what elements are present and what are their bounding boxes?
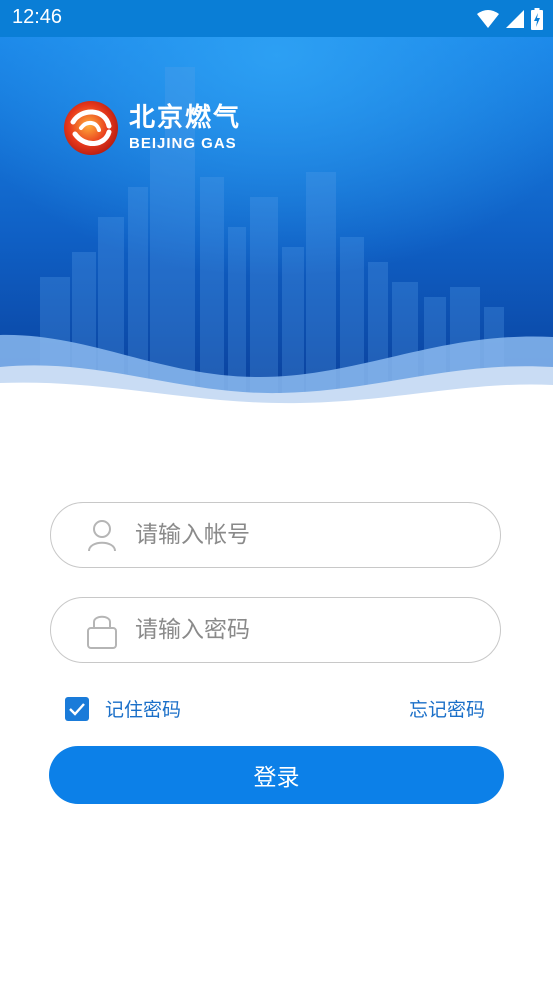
status-time: 12:46 [12,6,63,28]
lock-icon [87,615,117,649]
wifi-icon [477,10,499,28]
user-icon [88,520,116,552]
status-bar: 12:46 [0,0,553,37]
login-button[interactable]: 登录 [49,746,504,804]
remember-checkbox[interactable] [65,696,89,721]
account-input[interactable] [135,513,475,557]
password-input[interactable] [135,608,475,652]
signal-icon [506,10,524,28]
brand-name-cn: 北京燃气 [129,103,242,133]
account-field[interactable] [50,502,501,568]
brand-logo: 北京燃气 BEIJING GAS [63,100,241,156]
brand-name-en: BEIJING GAS [129,135,237,152]
password-field[interactable] [50,597,501,663]
battery-icon [531,8,543,30]
logo-icon [64,101,118,155]
remember-label: 记住密码 [105,699,182,721]
status-icons [477,8,543,30]
remember-password-toggle[interactable]: 记住密码 [65,695,181,722]
city-background [0,37,553,407]
hero-banner [0,37,553,407]
check-icon [69,702,85,716]
forgot-password-link[interactable]: 忘记密码 [409,695,485,722]
